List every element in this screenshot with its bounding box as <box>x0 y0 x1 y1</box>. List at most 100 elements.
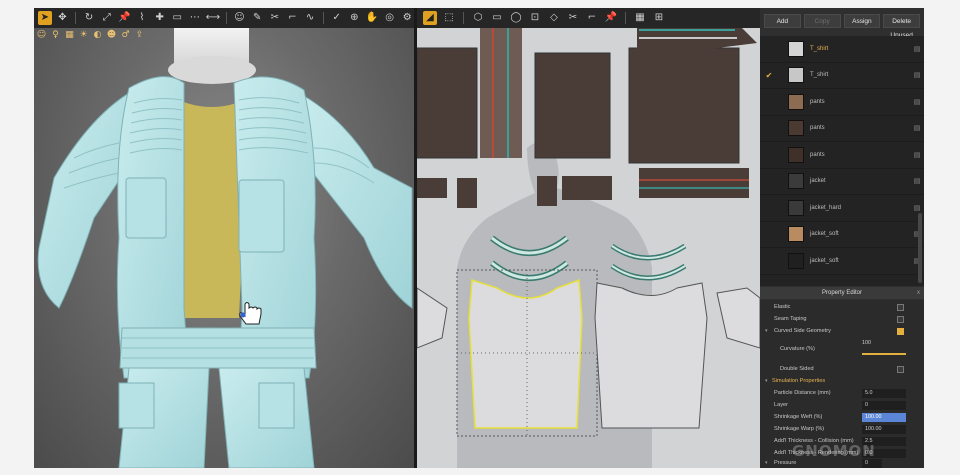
copy-button[interactable]: Copy <box>803 14 841 28</box>
export-icon[interactable]: ⇪ <box>134 30 145 41</box>
prop-label: Curvature (%) <box>780 346 815 352</box>
avatar-icon[interactable]: ☺ <box>233 11 247 25</box>
sew-icon[interactable]: ✂ <box>566 11 580 25</box>
settings-icon[interactable]: ⚙ <box>400 11 414 25</box>
move-icon[interactable]: ✥ <box>56 11 70 25</box>
tshirt-front-pattern-selected[interactable] <box>468 278 583 429</box>
rectangle-icon[interactable]: ▭ <box>490 11 504 25</box>
prop-label: Shrinkage Weft (%) <box>774 414 823 420</box>
pin-icon[interactable]: 📌 <box>604 11 618 25</box>
fabric-list-item[interactable]: ✔ T_shirt ▤ <box>760 63 924 89</box>
segment-icon[interactable]: ⌐ <box>286 11 300 25</box>
assign-button[interactable]: Assign <box>843 14 881 28</box>
particle-distance-field[interactable]: 5.0 <box>862 389 906 398</box>
grade-icon[interactable]: ⊞ <box>652 11 666 25</box>
shrinkage-weft-field[interactable]: 100.00 <box>862 413 906 422</box>
fabric-options-icon[interactable]: ▤ <box>910 124 924 132</box>
3d-garment-scene <box>37 28 413 468</box>
fabric-options-icon[interactable]: ▤ <box>910 45 924 53</box>
fabric-options-icon[interactable]: ▤ <box>910 177 924 185</box>
fabric-list-item[interactable]: T_shirt ▤ <box>760 36 924 63</box>
add-button[interactable]: Add <box>764 14 801 28</box>
pose-icon[interactable]: ♀ <box>50 30 61 41</box>
3d-viewport[interactable]: ➤ ✥ ↻ ⤢ 📌 ⌇ ✚ ▭ ⋯ ⟷ ☺ ✎ ✂ ⌐ ∿ ✓ ⊕ ✋ ◎ ⚙ ☺ ♀ ▦ ☀ ◐ ☻ ♂ ⇪ <box>34 8 414 468</box>
pants-cargo-pocket-left <box>118 382 155 429</box>
curved-side-geometry-checkbox[interactable] <box>897 328 904 335</box>
zoom-icon[interactable]: ⊕ <box>348 11 362 25</box>
fabric-options-icon[interactable]: ▤ <box>910 204 924 212</box>
paint-icon[interactable]: ◐ <box>92 30 103 41</box>
fold-icon[interactable]: ⌇ <box>135 11 149 25</box>
fabric-list-item[interactable]: jacket_hard ▤ <box>760 195 924 222</box>
seam-taping-checkbox[interactable] <box>897 316 904 323</box>
double-sided-checkbox[interactable] <box>897 366 904 373</box>
segment-icon[interactable]: ⌐ <box>585 11 599 25</box>
2d-pattern-viewport[interactable]: ◢ ⬚ ⬡ ▭ ◯ ⊡ ◇ ✂ ⌐ 📌 ▦ ⊞ <box>417 8 760 468</box>
fabric-name: pants <box>810 98 825 105</box>
orbit-icon[interactable]: ◎ <box>383 11 397 25</box>
internal-icon[interactable]: ⊡ <box>528 11 542 25</box>
prop-curved-side-geometry: ▾ Curved Side Geometry <box>760 326 924 337</box>
fabric-options-icon[interactable]: ▤ <box>910 98 924 106</box>
rotate-icon[interactable]: ↻ <box>82 11 96 25</box>
texture-icon[interactable]: ▦ <box>633 11 647 25</box>
tshirt-back-pattern[interactable] <box>594 282 708 429</box>
expand-arrow-icon[interactable]: ▾ <box>765 378 768 384</box>
prop-label: Layer <box>774 402 788 408</box>
pin-icon[interactable]: 📌 <box>118 11 132 25</box>
select-arrow-icon[interactable]: ➤ <box>38 11 52 25</box>
2d-pattern-canvas <box>417 23 760 468</box>
fabric-options-icon[interactable]: ▤ <box>910 71 924 79</box>
fabric-swatch <box>788 67 804 84</box>
scale-icon[interactable]: ⤢ <box>100 11 114 25</box>
dart-icon[interactable]: ◇ <box>547 11 561 25</box>
stitch-icon[interactable]: ⋯ <box>188 11 202 25</box>
layer-field[interactable]: 0 <box>862 401 906 410</box>
sleeve-right-pattern[interactable] <box>716 287 760 349</box>
fabric-list-item[interactable]: pants ▤ <box>760 142 924 169</box>
tape-icon[interactable]: ▭ <box>170 11 184 25</box>
people-icon[interactable]: ☻ <box>106 30 117 41</box>
fabric-list-item[interactable]: pants ▤ <box>760 116 924 142</box>
section-label: Simulation Properties <box>772 378 826 384</box>
brush-icon[interactable]: ✎ <box>250 11 264 25</box>
sleeve-left-pattern[interactable] <box>417 287 448 349</box>
transform-icon[interactable]: ⬚ <box>442 11 456 25</box>
pan-icon[interactable]: ✋ <box>365 11 379 25</box>
expand-arrow-icon[interactable]: ▾ <box>765 328 768 334</box>
edit-pattern-icon[interactable]: ◢ <box>423 11 437 25</box>
texture-icon[interactable]: ▦ <box>64 30 75 41</box>
tack-icon[interactable]: ✚ <box>153 11 167 25</box>
sew-icon[interactable]: ✂ <box>268 11 282 25</box>
prop-seam-taping: Seam Taping <box>760 314 924 325</box>
curvature-slider[interactable] <box>862 353 906 355</box>
delete-unused-button[interactable]: Delete Unused <box>883 14 920 39</box>
prop-label: Seam Taping <box>774 316 807 322</box>
fabric-list-item[interactable]: jacket_soft ▤ <box>760 248 924 275</box>
prop-label: Particle Distance (mm) <box>774 390 831 396</box>
prop-shrinkage-warp: Shrinkage Warp (%) 100.00 <box>760 424 924 435</box>
circle-icon[interactable]: ◯ <box>509 11 523 25</box>
expand-arrow-icon[interactable]: ▾ <box>765 460 768 466</box>
close-icon[interactable]: x <box>917 287 920 299</box>
polygon-icon[interactable]: ⬡ <box>471 11 485 25</box>
fabric-list-item[interactable]: jacket_soft ▤ <box>760 222 924 248</box>
fabric-list-item[interactable]: pants ▤ <box>760 89 924 116</box>
curvature-value: 100 <box>862 340 871 346</box>
figure-icon[interactable]: ♂ <box>120 30 131 41</box>
fabric-list-scrollbar[interactable] <box>918 213 922 283</box>
pressure-field[interactable]: 0 <box>862 459 882 468</box>
shrinkage-warp-field[interactable]: 100.00 <box>862 425 906 434</box>
fabric-options-icon[interactable]: ▤ <box>910 151 924 159</box>
curvature-slider-fill <box>862 353 906 355</box>
jacket-chest-pocket <box>238 179 285 253</box>
measure-icon[interactable]: ⟷ <box>206 11 220 25</box>
avatar-icon[interactable]: ☺ <box>36 30 47 41</box>
fabric-list-item[interactable]: jacket ▤ <box>760 169 924 195</box>
check-icon[interactable]: ✓ <box>330 11 344 25</box>
light-icon[interactable]: ☀ <box>78 30 89 41</box>
elastic-checkbox[interactable] <box>897 304 904 311</box>
free-sew-icon[interactable]: ∿ <box>303 11 317 25</box>
2d-toolbar: ◢ ⬚ ⬡ ▭ ◯ ⊡ ◇ ✂ ⌐ 📌 ▦ ⊞ <box>417 8 760 28</box>
check-icon: ✔ <box>765 70 773 80</box>
